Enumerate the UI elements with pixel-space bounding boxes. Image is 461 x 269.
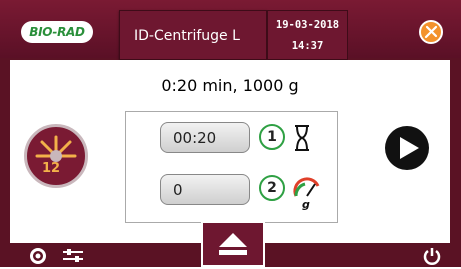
brand-logo-text: BIO-RAD — [29, 25, 85, 39]
eject-icon — [219, 233, 247, 255]
time-display: 14:37 — [291, 40, 324, 52]
hourglass-icon — [295, 125, 309, 151]
speed-input[interactable]: 0 — [160, 174, 250, 205]
tools-icon — [424, 25, 438, 39]
date-display: 19-03-2018 — [275, 19, 340, 31]
step-1-badge: 1 — [259, 124, 285, 150]
datetime-box: 19-03-2018 14:37 — [267, 10, 348, 60]
rotor-button[interactable]: 12 — [24, 124, 88, 188]
gear-icon[interactable] — [28, 246, 48, 266]
rotor-capacity: 12 — [42, 161, 61, 176]
speed-unit-label: g — [302, 198, 310, 211]
program-panel: 00:20 1 0 2 g — [125, 111, 338, 223]
tools-button[interactable] — [419, 20, 443, 44]
main-content: 0:20 min, 1000 g 12 00:20 1 0 2 g — [10, 60, 450, 243]
start-button[interactable] — [385, 126, 429, 170]
sliders-icon[interactable] — [62, 248, 84, 262]
play-icon — [400, 137, 419, 159]
time-input[interactable]: 00:20 — [160, 122, 250, 153]
eject-button[interactable] — [201, 221, 265, 267]
device-title-box: ID-Centrifuge L — [119, 10, 267, 60]
rotor-icon — [35, 135, 77, 162]
step-2-badge: 2 — [259, 175, 285, 201]
power-icon[interactable] — [421, 245, 443, 267]
brand-logo: BIO-RAD — [21, 21, 93, 43]
program-summary: 0:20 min, 1000 g — [161, 76, 299, 95]
device-name: ID-Centrifuge L — [134, 28, 240, 44]
